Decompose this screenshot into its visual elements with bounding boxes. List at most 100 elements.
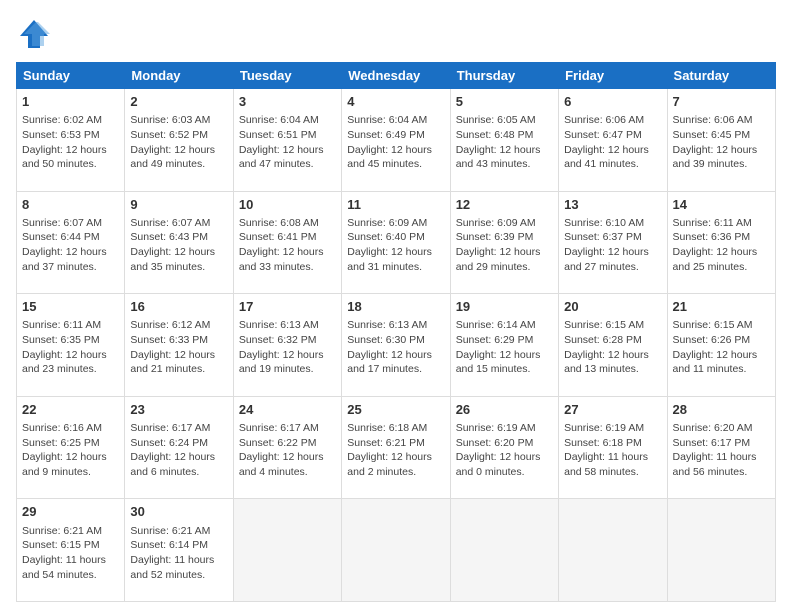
day-number: 20 (564, 298, 661, 316)
sunrise-text: Sunrise: 6:21 AM (130, 525, 210, 537)
week-row-3: 15Sunrise: 6:11 AMSunset: 6:35 PMDayligh… (17, 294, 776, 397)
sunset-text: Sunset: 6:29 PM (456, 334, 534, 346)
day-number: 19 (456, 298, 553, 316)
sunrise-text: Sunrise: 6:06 AM (673, 114, 753, 126)
day-number: 1 (22, 93, 119, 111)
day-cell-25: 25Sunrise: 6:18 AMSunset: 6:21 PMDayligh… (342, 396, 450, 499)
sunset-text: Sunset: 6:48 PM (456, 129, 534, 141)
sunset-text: Sunset: 6:20 PM (456, 437, 534, 449)
day-header-wednesday: Wednesday (342, 63, 450, 89)
sunrise-text: Sunrise: 6:12 AM (130, 319, 210, 331)
daylight-text: Daylight: 12 hours and 15 minutes. (456, 349, 541, 376)
sunset-text: Sunset: 6:18 PM (564, 437, 642, 449)
sunrise-text: Sunrise: 6:03 AM (130, 114, 210, 126)
sunset-text: Sunset: 6:35 PM (22, 334, 100, 346)
day-number: 29 (22, 503, 119, 521)
day-cell-7: 7Sunrise: 6:06 AMSunset: 6:45 PMDaylight… (667, 89, 775, 192)
sunrise-text: Sunrise: 6:15 AM (673, 319, 753, 331)
day-cell-4: 4 Sunrise: 6:04 AM Sunset: 6:49 PM Daylight… (342, 89, 450, 192)
day-cell-22: 22Sunrise: 6:16 AMSunset: 6:25 PMDayligh… (17, 396, 125, 499)
day-number: 25 (347, 401, 444, 419)
daylight-text: Daylight: 11 hours and 58 minutes. (564, 451, 648, 478)
day-cell-16: 16Sunrise: 6:12 AMSunset: 6:33 PMDayligh… (125, 294, 233, 397)
sunrise-text: Sunrise: 6:09 AM (347, 217, 427, 229)
sunset-text: Sunset: 6:45 PM (673, 129, 751, 141)
day-cell-11: 11Sunrise: 6:09 AMSunset: 6:40 PMDayligh… (342, 191, 450, 294)
calendar-header-row: SundayMondayTuesdayWednesdayThursdayFrid… (17, 63, 776, 89)
day-cell-14: 14Sunrise: 6:11 AMSunset: 6:36 PMDayligh… (667, 191, 775, 294)
day-cell-28: 28 Sunrise: 6:20 AM Sunset: 6:17 PM Dayligh… (667, 396, 775, 499)
day-header-sunday: Sunday (17, 63, 125, 89)
day-cell-24: 24 Sunrise: 6:17 AM Sunset: 6:22 PM Dayligh… (233, 396, 341, 499)
sunset-text: Sunset: 6:44 PM (22, 231, 100, 243)
day-cell-13: 13Sunrise: 6:10 AMSunset: 6:37 PMDayligh… (559, 191, 667, 294)
sunset-text: Sunset: 6:24 PM (130, 437, 208, 449)
sunrise-text: Sunrise: 6:05 AM (456, 114, 536, 126)
sunset-text: Sunset: 6:53 PM (22, 129, 100, 141)
day-number: 24 (239, 401, 336, 419)
sunset-text: Sunset: 6:51 PM (239, 129, 317, 141)
day-number: 13 (564, 196, 661, 214)
day-cell-21: 21Sunrise: 6:15 AMSunset: 6:26 PMDayligh… (667, 294, 775, 397)
empty-cell (233, 499, 341, 602)
sunrise-text: Sunrise: 6:18 AM (347, 422, 427, 434)
day-cell-29: 29Sunrise: 6:21 AMSunset: 6:15 PMDayligh… (17, 499, 125, 602)
daylight-text: Daylight: 12 hours and 19 minutes. (239, 349, 324, 376)
sunrise-text: Sunrise: 6:06 AM (564, 114, 644, 126)
empty-cell (342, 499, 450, 602)
daylight-text: Daylight: 12 hours and 33 minutes. (239, 246, 324, 273)
sunset-text: Sunset: 6:28 PM (564, 334, 642, 346)
day-cell-10: 10Sunrise: 6:08 AMSunset: 6:41 PMDayligh… (233, 191, 341, 294)
day-cell-27: 27Sunrise: 6:19 AMSunset: 6:18 PMDayligh… (559, 396, 667, 499)
sunrise-text: Sunrise: 6:20 AM (673, 422, 753, 434)
sunrise-text: Sunrise: 6:04 AM (347, 114, 427, 126)
day-number: 14 (673, 196, 770, 214)
daylight-text: Daylight: 12 hours and 29 minutes. (456, 246, 541, 273)
day-number: 28 (673, 401, 770, 419)
daylight-text: Daylight: 12 hours and 4 minutes. (239, 451, 324, 478)
sunset-text: Sunset: 6:49 PM (347, 129, 425, 141)
day-cell-3: 3Sunrise: 6:04 AMSunset: 6:51 PMDaylight… (233, 89, 341, 192)
sunset-text: Sunset: 6:17 PM (673, 437, 751, 449)
sunrise-text: Sunrise: 6:17 AM (239, 422, 319, 434)
day-number: 4 (347, 93, 444, 111)
daylight-text: Daylight: 12 hours and 11 minutes. (673, 349, 758, 376)
logo (16, 16, 56, 52)
sunset-text: Sunset: 6:32 PM (239, 334, 317, 346)
day-cell-6: 6Sunrise: 6:06 AMSunset: 6:47 PMDaylight… (559, 89, 667, 192)
sunrise-text: Sunrise: 6:21 AM (22, 525, 102, 537)
daylight-text: Daylight: 12 hours and 45 minutes. (347, 144, 432, 171)
empty-cell (450, 499, 558, 602)
sunset-text: Sunset: 6:47 PM (564, 129, 642, 141)
day-number: 3 (239, 93, 336, 111)
day-cell-15: 15Sunrise: 6:11 AMSunset: 6:35 PMDayligh… (17, 294, 125, 397)
day-cell-18: 18Sunrise: 6:13 AMSunset: 6:30 PMDayligh… (342, 294, 450, 397)
daylight-text: Daylight: 12 hours and 27 minutes. (564, 246, 649, 273)
day-header-tuesday: Tuesday (233, 63, 341, 89)
sunset-text: Sunset: 6:36 PM (673, 231, 751, 243)
sunset-text: Sunset: 6:22 PM (239, 437, 317, 449)
daylight-text: Daylight: 11 hours and 52 minutes. (130, 554, 214, 581)
daylight-text: Daylight: 12 hours and 23 minutes. (22, 349, 107, 376)
daylight-text: Daylight: 12 hours and 31 minutes. (347, 246, 432, 273)
week-row-1: 1Sunrise: 6:02 AMSunset: 6:53 PMDaylight… (17, 89, 776, 192)
daylight-text: Daylight: 12 hours and 47 minutes. (239, 144, 324, 171)
sunset-text: Sunset: 6:25 PM (22, 437, 100, 449)
day-cell-26: 26Sunrise: 6:19 AMSunset: 6:20 PMDayligh… (450, 396, 558, 499)
daylight-text: Daylight: 11 hours and 56 minutes. (673, 451, 757, 478)
day-number: 7 (673, 93, 770, 111)
day-number: 21 (673, 298, 770, 316)
day-header-monday: Monday (125, 63, 233, 89)
day-number: 5 (456, 93, 553, 111)
daylight-text: Daylight: 12 hours and 21 minutes. (130, 349, 215, 376)
sunrise-text: Sunrise: 6:16 AM (22, 422, 102, 434)
sunrise-text: Sunrise: 6:19 AM (564, 422, 644, 434)
sunrise-text: Sunrise: 6:09 AM (456, 217, 536, 229)
sunrise-text: Sunrise: 6:14 AM (456, 319, 536, 331)
daylight-text: Daylight: 12 hours and 13 minutes. (564, 349, 649, 376)
sunrise-text: Sunrise: 6:07 AM (130, 217, 210, 229)
sunrise-text: Sunrise: 6:08 AM (239, 217, 319, 229)
day-cell-19: 19 Sunrise: 6:14 AM Sunset: 6:29 PM Dayligh… (450, 294, 558, 397)
sunrise-text: Sunrise: 6:07 AM (22, 217, 102, 229)
daylight-text: Daylight: 12 hours and 25 minutes. (673, 246, 758, 273)
